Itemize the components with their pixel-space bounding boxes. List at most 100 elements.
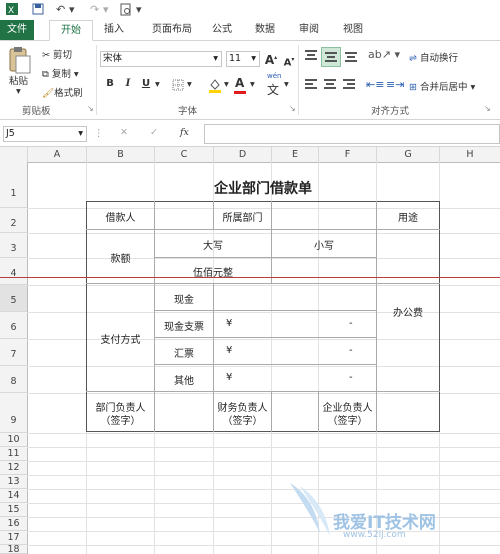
row-header[interactable]: 1	[0, 162, 27, 208]
copy-label: 复制	[51, 69, 71, 80]
payment-method-label: 支付方式	[100, 335, 141, 346]
wrap-text-button[interactable]: ⇌ 自动换行	[409, 50, 458, 64]
column-header[interactable]: C	[155, 147, 214, 162]
align-top-button[interactable]	[304, 49, 318, 63]
font-name-box[interactable]: 宋体 ▾	[100, 51, 222, 67]
grow-font-button[interactable]: A▴	[264, 51, 278, 67]
name-box[interactable]: J5 ▾	[3, 126, 87, 142]
ribbon-separator	[96, 45, 97, 115]
form-title: 企业部门借款单	[214, 181, 312, 197]
clipboard-launcher-icon[interactable]: ↘	[87, 104, 94, 113]
row-header[interactable]: 14	[0, 489, 27, 503]
font-size-box[interactable]: 11 ▾	[226, 51, 260, 67]
increase-indent-button[interactable]: ≡⇥	[386, 78, 404, 91]
fill-color-dropdown-icon[interactable]: ▾	[224, 79, 229, 90]
font-size-value: 11	[229, 53, 242, 64]
lower-case-label: 小写	[314, 241, 334, 252]
print-preview-icon[interactable]	[120, 3, 132, 19]
cancel-edit-button[interactable]: ✕	[120, 127, 128, 138]
phonetic-button[interactable]: wén 文	[267, 72, 281, 97]
cut-button[interactable]: ✂ 剪切	[42, 47, 72, 61]
save-icon[interactable]	[32, 3, 44, 18]
fill-color-button[interactable]	[208, 77, 222, 96]
column-header[interactable]: E	[272, 147, 319, 162]
row-header[interactable]: 17	[0, 531, 27, 545]
font-color-dropdown-icon[interactable]: ▾	[250, 79, 255, 90]
border-dropdown-icon[interactable]: ▾	[187, 79, 192, 90]
font-size-dropdown-icon[interactable]: ▾	[251, 52, 256, 66]
confirm-edit-button[interactable]: ✓	[150, 127, 158, 138]
row-header[interactable]: 2	[0, 208, 27, 233]
row-header[interactable]: 13	[0, 475, 27, 489]
column-header[interactable]: H	[440, 147, 500, 162]
row-header[interactable]: 6	[0, 312, 27, 339]
underline-button[interactable]: U	[139, 77, 153, 91]
formula-bar-grip-icon: ⋮	[94, 128, 104, 139]
draft-label: 汇票	[174, 349, 194, 360]
phonetic-dropdown-icon[interactable]: ▾	[284, 79, 289, 90]
italic-button[interactable]: I	[121, 77, 135, 91]
svg-text:X: X	[8, 6, 14, 15]
row-header[interactable]: 4	[0, 258, 27, 285]
quick-access-toolbar: X ↶ ▾ ↷ ▾ ▾	[0, 0, 500, 20]
row-header[interactable]: 18	[0, 545, 27, 554]
tab-file[interactable]: 文件	[0, 20, 34, 40]
customize-qat-icon[interactable]: ▾	[136, 3, 142, 16]
orientation-button[interactable]: ab↗ ▾	[368, 48, 400, 61]
upper-case-label: 大写	[203, 241, 223, 252]
align-center-button[interactable]	[323, 78, 337, 92]
name-box-value: J5	[6, 128, 15, 139]
border-button[interactable]	[172, 79, 184, 94]
align-middle-button[interactable]	[321, 47, 341, 67]
column-header[interactable]: B	[87, 147, 155, 162]
clipboard-group-label: 剪贴板	[22, 106, 51, 117]
align-right-button[interactable]	[342, 78, 356, 92]
row-header[interactable]: 9	[0, 393, 27, 433]
tab-data[interactable]: 数据	[249, 20, 281, 40]
redo-icon[interactable]: ↷	[90, 3, 99, 16]
row-header[interactable]: 12	[0, 461, 27, 475]
column-header[interactable]: A	[28, 147, 87, 162]
select-all-corner[interactable]	[0, 147, 28, 162]
column-header[interactable]: D	[214, 147, 272, 162]
alignment-launcher-icon[interactable]: ↘	[484, 104, 491, 113]
align-left-button[interactable]	[304, 78, 318, 92]
align-bottom-button[interactable]	[344, 49, 358, 63]
row-header[interactable]: 3	[0, 233, 27, 258]
undo-icon[interactable]: ↶	[56, 3, 65, 16]
bold-button[interactable]: B	[103, 77, 117, 91]
copy-button[interactable]: ⧉ 复制 ▾	[42, 66, 79, 80]
format-painter-button[interactable]: 🖌格式刷	[42, 85, 83, 99]
column-header[interactable]: G	[377, 147, 440, 162]
font-launcher-icon[interactable]: ↘	[289, 104, 296, 113]
tab-view[interactable]: 视图	[337, 20, 369, 40]
name-box-dropdown-icon[interactable]: ▾	[78, 127, 83, 141]
font-color-button[interactable]: A	[234, 76, 246, 94]
merge-center-label: 合并后居中	[420, 82, 468, 93]
tab-review[interactable]: 审阅	[293, 20, 325, 40]
font-name-dropdown-icon[interactable]: ▾	[213, 52, 218, 66]
tab-page-layout[interactable]: 页面布局	[143, 20, 201, 40]
row-header[interactable]: 16	[0, 517, 27, 531]
row-header[interactable]: 5	[0, 285, 27, 312]
row-header[interactable]: 15	[0, 503, 27, 517]
shrink-font-button[interactable]: A▾	[282, 53, 296, 68]
redo-dropdown-icon[interactable]: ▾	[103, 3, 109, 16]
decrease-indent-button[interactable]: ⇤≡	[366, 78, 384, 91]
page-break-line	[0, 277, 500, 278]
row-headers: 1 2 3 4 5 6 7 8 9 10 11 12 13 14 15 16 1…	[0, 162, 28, 554]
tab-insert[interactable]: 插入	[97, 20, 131, 40]
formula-input[interactable]	[204, 124, 500, 144]
tab-formulas[interactable]: 公式	[207, 20, 237, 40]
underline-dropdown-icon[interactable]: ▾	[155, 79, 160, 90]
merge-center-button[interactable]: ⊞ 合并后居中 ▾	[409, 79, 475, 93]
insert-function-button[interactable]: fx	[180, 127, 189, 138]
row-header[interactable]: 8	[0, 366, 27, 393]
undo-dropdown-icon[interactable]: ▾	[69, 3, 75, 16]
tab-home[interactable]: 开始	[49, 20, 93, 41]
paste-dropdown-icon[interactable]: ▾	[16, 86, 21, 97]
row-header[interactable]: 10	[0, 433, 27, 447]
column-header[interactable]: F	[319, 147, 377, 162]
row-header[interactable]: 7	[0, 339, 27, 366]
row-header[interactable]: 11	[0, 447, 27, 461]
